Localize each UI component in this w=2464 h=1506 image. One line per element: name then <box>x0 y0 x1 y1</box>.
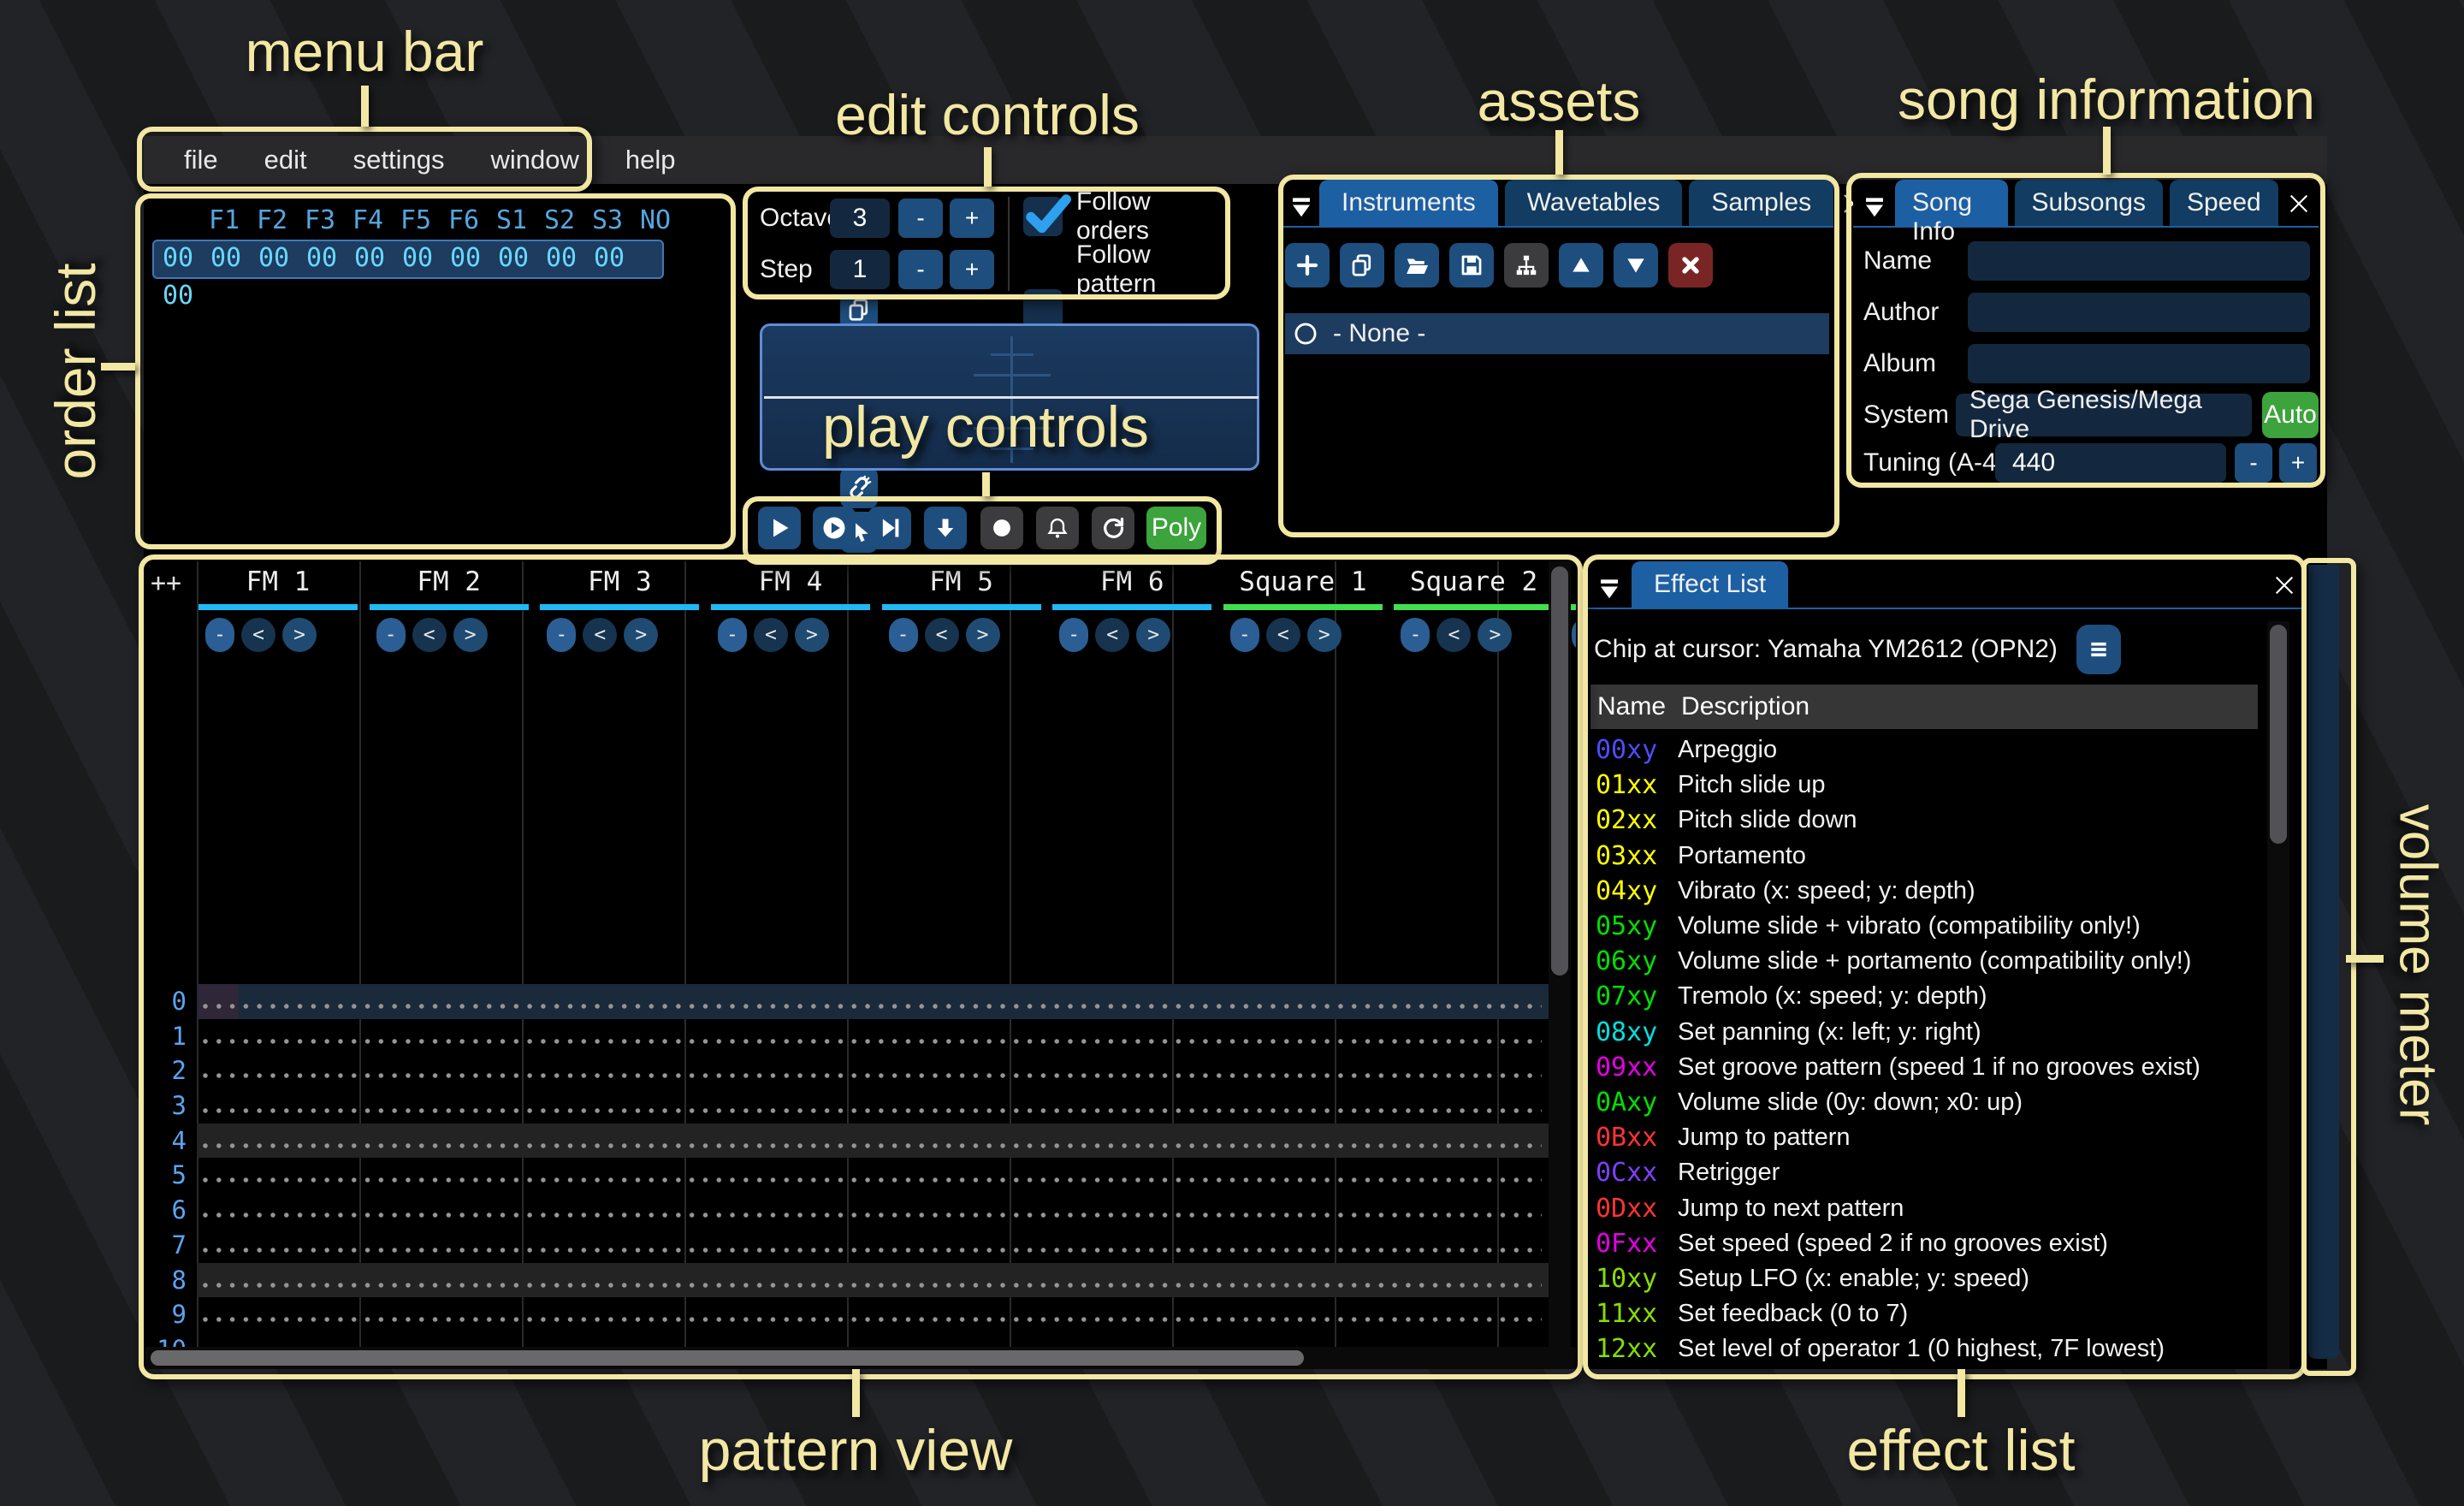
annotation-box-pattern-view <box>139 554 1583 1379</box>
annotation-connector <box>361 86 369 127</box>
annotation-connector <box>101 363 135 371</box>
annotation-box-assets <box>1278 175 1839 537</box>
menu-item[interactable]: help <box>602 145 699 175</box>
annotation-connector <box>1555 130 1563 175</box>
annotation-connector <box>1958 1369 1965 1417</box>
furnace-tracker-annotated-screenshot: { "annotations": { "menu_bar": "menu bar… <box>0 0 2464 1506</box>
annotation-connector <box>852 1369 860 1417</box>
annotation-pattern-view: pattern view <box>642 1417 1069 1484</box>
annotation-connector <box>984 147 992 187</box>
annotation-menu-bar: menu bar <box>151 19 578 84</box>
annotation-connector <box>2103 127 2111 175</box>
annotation-effect-list: effect list <box>1747 1417 2175 1484</box>
copy-icon <box>846 297 872 323</box>
annotation-assets: assets <box>1388 68 1730 133</box>
annotation-box-menu-bar <box>137 127 592 192</box>
annotation-box-effect-list <box>1583 554 2307 1379</box>
annotation-box-song-info <box>1846 173 2325 488</box>
annotation-box-order-list <box>135 193 736 549</box>
annotation-connector <box>982 472 990 496</box>
annotation-play-controls: play controls <box>772 394 1199 460</box>
annotation-edit-controls: edit controls <box>773 82 1201 147</box>
annotation-song-information: song information <box>1807 67 2406 132</box>
annotation-connector <box>2346 955 2384 963</box>
annotation-order-list: order list <box>43 200 108 543</box>
annotation-box-volume-meter <box>2301 558 2356 1376</box>
annotation-volume-meter: volume meter <box>2388 743 2449 1188</box>
annotation-box-edit-controls <box>743 187 1230 299</box>
